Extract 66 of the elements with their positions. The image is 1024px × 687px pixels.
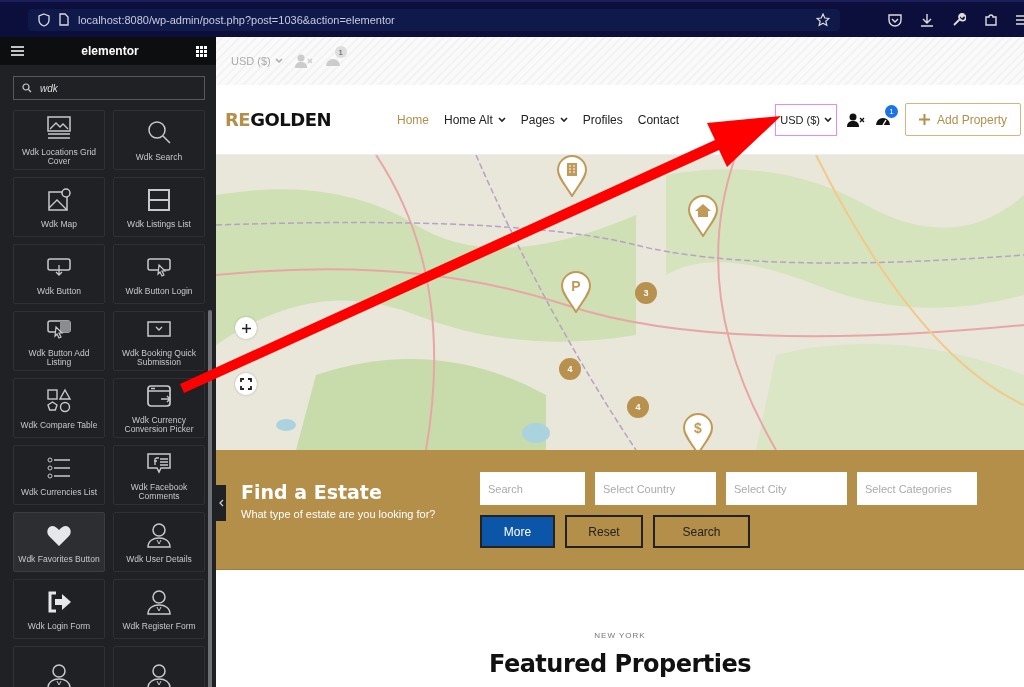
grid-icon[interactable] [196,45,207,57]
download-icon[interactable] [920,12,934,27]
plus-icon [241,323,251,333]
user-icon [145,520,173,549]
widget-tile[interactable]: Wdk Currency Conversion Picker [113,378,205,438]
nav-link[interactable]: Profiles [582,112,623,127]
widget-tile[interactable]: Wdk Button Login [113,244,205,304]
user-icon [145,587,173,616]
nav-link[interactable]: Contact [637,112,680,127]
widget-tile[interactable]: Wdk Booking Quick Submission [113,311,205,371]
search-icon [22,83,32,93]
section-title: Featured Properties [488,650,752,678]
shield-icon [38,12,50,27]
user-icon [45,662,73,687]
search-field[interactable]: Select City [726,472,847,505]
widget-tile[interactable]: Wdk Button Add Listing [13,311,105,371]
widget-tile[interactable]: Wdk Facebook Comments [113,445,205,505]
search-form-button[interactable]: Reset [565,515,643,548]
star-icon[interactable] [816,12,830,27]
fullscreen-icon [240,378,252,390]
widget-tile[interactable]: Wdk Button [13,244,105,304]
editor-logo: elementor [81,44,139,58]
user-icon [145,662,173,687]
widget-tile[interactable]: Wdk Currencies List [13,445,105,505]
puzzle-icon[interactable] [984,12,998,27]
url-text: localhost:8080/wp-admin/post.php?post=1036&action=elementor [78,13,396,26]
wrench-icon[interactable] [952,12,966,27]
widget-tile[interactable]: Wdk Compare Table [13,378,105,438]
menu-icon[interactable] [1016,13,1024,26]
search-subtitle: What type of estate are you looking for? [241,508,437,520]
search-field[interactable]: Select Country [595,472,716,505]
widget-tile[interactable]: Wdk Search [113,110,205,170]
section-eyebrow: NEW YORK [594,631,646,640]
search-field[interactable]: Search [480,472,585,505]
widget-tile[interactable]: Wdk Locations Grid Cover [13,110,105,170]
widget-search-field[interactable]: wdk [13,76,205,100]
search-form-button[interactable]: More [480,515,555,548]
scrollbar[interactable] [208,310,212,687]
collapse-panel-button[interactable] [216,485,226,521]
search-form-button[interactable]: Search [653,515,750,548]
map-pin[interactable] [687,195,719,237]
widget-tile[interactable]: Wdk User Details [113,512,205,572]
shapes-icon [45,386,73,415]
search-field[interactable]: Select Categories [857,472,977,505]
notification-badge: 1 [334,46,347,58]
notification-badge: 1 [885,104,898,118]
plus-icon [918,114,930,125]
nav-link[interactable]: Pages [520,112,568,127]
widget-tile[interactable]: Wdk Map [13,177,105,237]
page-icon [59,13,69,26]
widget-tile[interactable]: Wdk Register Form [113,579,205,639]
pocket-icon[interactable] [888,12,902,27]
address-bar[interactable]: localhost:8080/wp-admin/post.php?post=1036&action=elementor [28,8,840,31]
currency-picker[interactable]: USD ($) [775,103,837,136]
user-icon[interactable] [847,112,865,127]
caret-icon [824,116,832,123]
search-title: Find a Estate [241,481,383,503]
map-icon [45,185,73,214]
widget-tile[interactable]: Wdk Favorites Button [13,512,105,572]
chevron-left-icon [218,499,224,507]
site-logo[interactable]: REGOLDEN [225,109,331,130]
map-pin[interactable] [556,155,588,197]
caret-icon [274,58,283,64]
nav-link[interactable]: Home Alt [444,112,506,127]
widget-tile[interactable]: Wdk Listings List [113,177,205,237]
widget-tile[interactable]: Wdk Login Form [13,579,105,639]
